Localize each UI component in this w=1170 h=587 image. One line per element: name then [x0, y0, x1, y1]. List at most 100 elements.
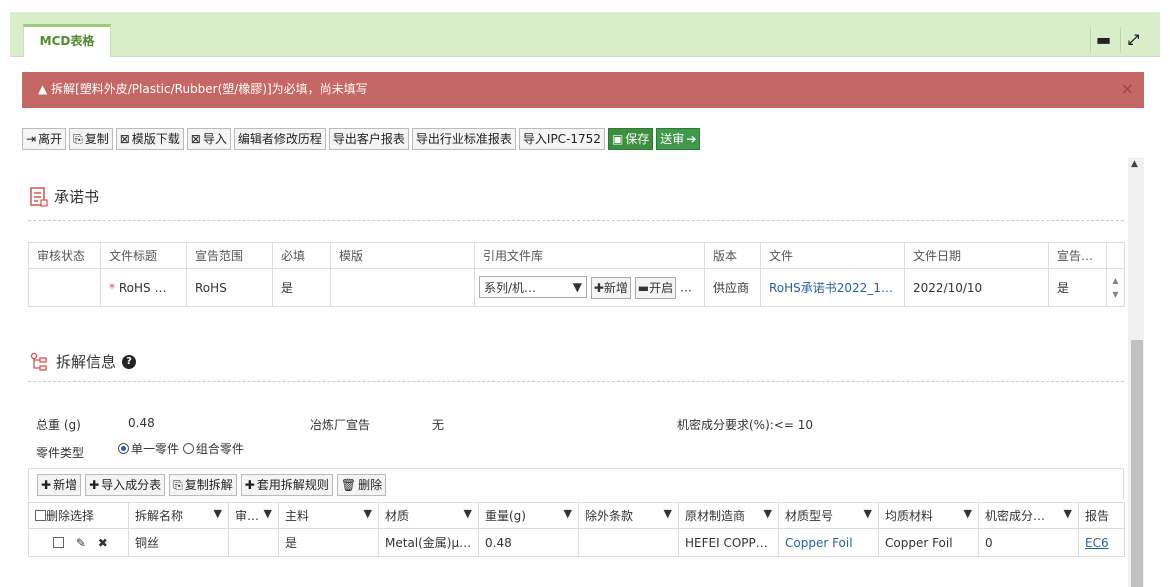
- filter-icon[interactable]: ▼: [264, 507, 272, 520]
- add-button[interactable]: ✚ 新增: [37, 473, 82, 496]
- import-ipc-button[interactable]: 导入IPC-1752: [518, 128, 605, 150]
- warning-icon: ▲: [38, 82, 48, 96]
- save-icon: ▣: [611, 132, 624, 146]
- cell-date: 2022/10/10: [904, 268, 1049, 307]
- copy-button[interactable]: ⎘ 复制: [69, 128, 113, 150]
- radio-combo-part[interactable]: [182, 443, 194, 454]
- radio-single-part[interactable]: [118, 443, 129, 454]
- new-file-button[interactable]: ✚ 新增: [590, 276, 631, 299]
- export-industry-button[interactable]: 导出行业标准报表: [411, 128, 516, 150]
- cell-template: [330, 268, 475, 307]
- column-header[interactable]: 材质 ▼: [378, 502, 479, 529]
- tab-mcd-form[interactable]: MCD表格: [23, 24, 111, 57]
- export-customer-button[interactable]: 导出客户报表: [328, 128, 409, 150]
- main-toolbar: ⇥ 离开 ⎘ 复制 ⊠ 模版下载 ⊠ 导入 编辑者修改历程 导出客户报表 导出行业标准报…: [22, 128, 701, 150]
- plus-icon: ✚: [593, 280, 604, 295]
- filter-icon[interactable]: ▼: [964, 507, 972, 520]
- filter-icon[interactable]: ▼: [864, 507, 872, 520]
- filter-icon[interactable]: ▼: [364, 507, 372, 520]
- column-header[interactable]: 宣告范围: [186, 242, 273, 269]
- column-header[interactable]: 重量(g) ▼: [478, 502, 579, 529]
- import-button[interactable]: ⊠ 导入: [186, 128, 231, 150]
- hierarchy-icon: [30, 352, 47, 371]
- cell-file[interactable]: RoHS承诺书2022_1.pdf: [760, 268, 905, 307]
- submit-button[interactable]: 送审 ➔: [656, 128, 701, 150]
- disassembly-toolbar: ✚ 新增 ✚ 导入成分表 ⎘ 复制拆解 ✚ 套用拆解规则 🗑 删除: [28, 468, 1124, 500]
- copy-disassembly-button[interactable]: ⎘ 复制拆解: [169, 473, 237, 496]
- edit-icon[interactable]: ✎: [76, 536, 86, 550]
- error-alert: ▲ 拆解[塑料外皮/Plastic/Rubber(塑/橡膠)]为必填，尚未填写 …: [22, 72, 1144, 108]
- column-header[interactable]: 文件标题: [100, 242, 187, 269]
- minimize-icon[interactable]: ▬: [1090, 27, 1116, 53]
- folder-icon: ▬: [637, 280, 650, 295]
- select-all-checkbox[interactable]: [35, 510, 46, 521]
- column-header[interactable]: 文件: [760, 242, 905, 269]
- filter-icon[interactable]: ▼: [564, 507, 572, 520]
- total-weight-value: 0.48: [128, 416, 155, 430]
- table-row[interactable]: * RoHS 宣… RoHS 是 系列/机…▼ ✚新增 ▬开启 🗑删 供应商 R…: [28, 268, 1125, 307]
- trash-icon: 🗑: [682, 280, 699, 295]
- row-scrollbar[interactable]: ▲ ▼: [1106, 268, 1125, 307]
- alert-message: 拆解[塑料外皮/Plastic/Rubber(塑/橡膠)]为必填，尚未填写: [51, 82, 368, 96]
- column-header[interactable]: 必填: [272, 242, 331, 269]
- close-icon[interactable]: ×: [1121, 72, 1134, 106]
- column-header[interactable]: 引用文件库: [474, 242, 705, 269]
- cell-library: 系列/机…▼ ✚新增 ▬开启 🗑删: [474, 268, 705, 307]
- column-header[interactable]: 主料 ▼: [278, 502, 379, 529]
- smelter-value: 无: [432, 418, 445, 432]
- column-header[interactable]: 删除选择: [28, 502, 129, 529]
- column-header[interactable]: 拆解名称 ▼: [128, 502, 229, 529]
- cell-model[interactable]: Copper Foil: [778, 528, 879, 557]
- column-header[interactable]: 宣告…: [1048, 242, 1107, 269]
- delete-icon[interactable]: ✖: [98, 536, 108, 550]
- column-header[interactable]: 材质型号 ▼: [778, 502, 879, 529]
- delete-button[interactable]: 🗑 删除: [336, 473, 387, 496]
- cell-homogeneous: Copper Foil: [878, 528, 979, 557]
- leave-button[interactable]: ⇥ 离开: [22, 128, 67, 150]
- library-select[interactable]: 系列/机… ▼: [479, 276, 587, 299]
- column-header[interactable]: 机密成分… ▼: [978, 502, 1079, 529]
- column-header[interactable]: 报告: [1078, 502, 1125, 529]
- edit-history-button[interactable]: 编辑者修改历程: [233, 128, 326, 150]
- column-header[interactable]: 均质材料 ▼: [878, 502, 979, 529]
- filter-icon[interactable]: ▼: [214, 507, 222, 520]
- cell-title: * RoHS 宣…: [100, 268, 187, 307]
- column-header[interactable]: 文件日期: [904, 242, 1049, 269]
- row-checkbox[interactable]: [53, 536, 64, 548]
- scrollbar-thumb[interactable]: [1131, 340, 1143, 587]
- chevron-down-icon: ▼: [572, 280, 582, 295]
- column-header[interactable]: 审… ▼: [228, 502, 279, 529]
- column-header[interactable]: 原材制造商 ▼: [678, 502, 779, 529]
- row-actions: ✎ ✖: [28, 528, 129, 557]
- filter-icon[interactable]: ▼: [464, 507, 472, 520]
- import-composition-button[interactable]: ✚ 导入成分表: [85, 473, 166, 496]
- column-header[interactable]: 审核状态: [28, 242, 101, 269]
- template-download-button[interactable]: ⊠ 模版下载: [115, 128, 184, 150]
- column-header[interactable]: 版本: [704, 242, 761, 269]
- disassembly-header-row: 删除选择 拆解名称 ▼ 审… ▼ 主料 ▼ 材质 ▼ 重量(g) ▼ 除外条款 ▼ 原材制造…: [28, 502, 1125, 529]
- column-header[interactable]: 除外条款 ▼: [578, 502, 679, 529]
- cell-report[interactable]: EC6: [1078, 528, 1125, 557]
- confidential-requirement: 机密成分要求(%):<= 10: [677, 418, 814, 432]
- cell-material: Metal(金属)μ…: [378, 528, 479, 557]
- help-icon[interactable]: ?: [122, 354, 137, 369]
- expand-icon[interactable]: ⤢: [1120, 27, 1146, 53]
- pledge-section-title: 承诺书: [30, 186, 99, 207]
- scroll-up-icon[interactable]: ▲: [1131, 159, 1138, 169]
- filter-icon[interactable]: ▼: [1064, 507, 1072, 520]
- open-file-button[interactable]: ▬ 开启: [634, 276, 677, 299]
- cell-weight: 0.48: [478, 528, 579, 557]
- pledge-table: 审核状态 文件标题 宣告范围 必填 模版 引用文件库 版本 文件 文件日期 宣告…: [28, 242, 1125, 307]
- disassembly-section-title: 拆解信息 ?: [30, 351, 137, 372]
- delete-file-button[interactable]: 🗑删: [679, 276, 704, 299]
- save-button[interactable]: ▣ 保存: [607, 128, 654, 150]
- column-header[interactable]: 模版: [330, 242, 475, 269]
- cell-confidential: 0: [978, 528, 1079, 557]
- apply-rule-button[interactable]: ✚ 套用拆解规则: [240, 473, 333, 496]
- filter-icon[interactable]: ▼: [664, 507, 672, 520]
- smelter-label: 冶炼厂宣告: [310, 418, 371, 432]
- filter-icon[interactable]: ▼: [764, 507, 772, 520]
- cell-version: 供应商: [704, 268, 761, 307]
- panel-header: MCD表格 ▬ ⤢: [10, 12, 1160, 57]
- table-row[interactable]: ✎ ✖ 铜丝 是 Metal(金属)μ… 0.48 HEFEI COPP… Co…: [28, 528, 1125, 557]
